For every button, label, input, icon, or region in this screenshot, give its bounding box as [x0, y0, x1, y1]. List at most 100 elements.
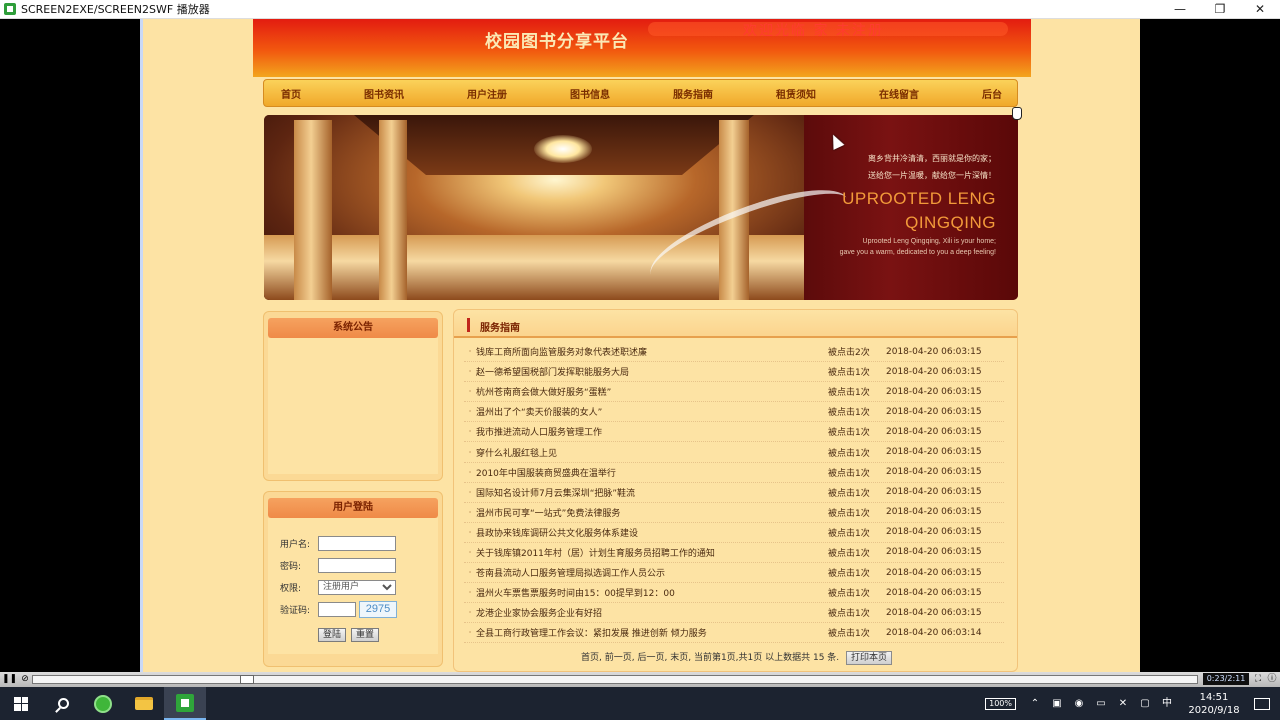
article-title[interactable]: 关于钱库镇2011年村（居）计划生育服务员招聘工作的通知 — [476, 546, 828, 559]
role-select[interactable]: 注册用户 — [318, 579, 396, 595]
stop-button[interactable]: ⊘ — [18, 673, 32, 686]
fullscreen-icon[interactable]: ⛶ — [1252, 673, 1264, 685]
list-item[interactable]: · 苍南县流动人口服务管理局拟选调工作人员公示 被点击1次 2018-04-20 06… — [464, 563, 1004, 584]
site-container: 校园图书分享平台 欢迎光临 家 未注册 首页 图书资讯 用户注册 图书信息 服务… — [253, 19, 1031, 672]
list-item[interactable]: · 杭州苍南商会做大做好服务“蛋糕” 被点击1次 2018-04-20 06:03:1… — [464, 382, 1004, 403]
taskbar-screen-player[interactable] — [164, 687, 206, 720]
nav-book-news[interactable]: 图书资讯 — [364, 86, 404, 101]
pager-prev[interactable]: 前一页 — [605, 653, 632, 663]
ime-icon[interactable]: 中 — [1160, 697, 1174, 711]
username-row: 用户名: — [280, 532, 438, 554]
info-icon[interactable]: ⓘ — [1266, 673, 1278, 685]
list-item[interactable]: · 县政协来钱库调研公共文化服务体系建设 被点击1次 2018-04-20 06:03… — [464, 523, 1004, 543]
taskbar-search[interactable] — [42, 687, 84, 720]
battery-icon[interactable]: ▭ — [1094, 697, 1108, 711]
close-button[interactable]: ✕ — [1240, 0, 1280, 19]
pager-next[interactable]: 后一页 — [637, 653, 664, 663]
seek-thumb[interactable] — [240, 675, 254, 684]
username-input[interactable] — [318, 535, 396, 551]
taskbar-file-explorer[interactable] — [123, 687, 165, 720]
list-item[interactable]: · 穿什么礼服红毯上见 被点击1次 2018-04-20 06:03:15 — [464, 442, 1004, 463]
article-date: 2018-04-20 06:03:15 — [886, 406, 982, 417]
article-title[interactable]: 我市推进流动人口服务管理工作 — [476, 425, 828, 438]
video-stage: 校园图书分享平台 欢迎光临 家 未注册 首页 图书资讯 用户注册 图书信息 服务… — [0, 19, 1280, 672]
taskbar-clock[interactable]: 14:51 2020/9/18 — [1182, 691, 1246, 717]
list-item[interactable]: · 全县工商行政管理工作会议：紧扣发展 推进创新 倾力服务 被点击1次 2018-04… — [464, 623, 1004, 644]
list-item[interactable]: · 国际知名设计师7月云集深圳“把脉”鞋流 被点击1次 2018-04-20 06:0… — [464, 483, 1004, 503]
pager-first[interactable]: 首页 — [581, 653, 599, 663]
window-title: SCREEN2EXE/SCREEN2SWF 播放器 — [21, 3, 210, 16]
nav-guestbook[interactable]: 在线留言 — [879, 86, 919, 101]
captcha-input[interactable] — [318, 601, 356, 617]
banner-pillar — [379, 120, 407, 300]
login-button[interactable]: 登陆 — [318, 628, 347, 642]
list-item[interactable]: · 温州火车票售票服务时间由15：00提早到12：00 被点击1次 2018-04-2… — [464, 583, 1004, 604]
volume-mute-icon[interactable]: ✕ — [1116, 697, 1130, 711]
player-controls: ❚❚ ⊘ 0:23/2:11 ⛶ ⓘ — [0, 672, 1280, 687]
bullet-icon: · — [468, 367, 472, 377]
battery-indicator[interactable]: 100% — [985, 697, 1016, 710]
pause-button[interactable]: ❚❚ — [2, 673, 17, 686]
captcha-image[interactable]: 2975 — [359, 600, 397, 618]
list-item[interactable]: · 温州出了个“卖天价服装的女人” 被点击1次 2018-04-20 06:03:15 — [464, 402, 1004, 423]
window-controls: — ❐ ✕ — [1160, 0, 1280, 19]
list-item[interactable]: · 我市推进流动人口服务管理工作 被点击1次 2018-04-20 06:03:15 — [464, 422, 1004, 443]
article-clicks: 被点击1次 — [828, 408, 870, 419]
article-title[interactable]: 2010年中国服装商贸盛典在温举行 — [476, 466, 828, 479]
player-right-buttons: ⛶ ⓘ — [1252, 673, 1278, 685]
app-tray-icon[interactable]: ▣ — [1050, 697, 1064, 711]
list-item[interactable]: · 2010年中国服装商贸盛典在温举行 被点击1次 2018-04-20 06:03:… — [464, 463, 1004, 483]
article-title[interactable]: 国际知名设计师7月云集深圳“把脉”鞋流 — [476, 486, 828, 499]
article-title[interactable]: 县政协来钱库调研公共文化服务体系建设 — [476, 526, 828, 539]
start-button[interactable] — [0, 687, 42, 720]
article-clicks: 被点击1次 — [828, 629, 870, 640]
wechat-icon[interactable]: ◉ — [1072, 697, 1086, 711]
nav-rental-notes[interactable]: 租赁须知 — [776, 86, 816, 101]
display-icon[interactable]: ▢ — [1138, 697, 1152, 711]
webpage: 校园图书分享平台 欢迎光临 家 未注册 首页 图书资讯 用户注册 图书信息 服务… — [140, 19, 1140, 672]
seek-bar[interactable] — [32, 675, 1198, 684]
article-title[interactable]: 穿什么礼服红毯上见 — [476, 446, 828, 459]
password-input[interactable] — [318, 557, 396, 573]
article-title[interactable]: 赵一德希望国税部门发挥职能服务大局 — [476, 365, 828, 378]
nav-home[interactable]: 首页 — [281, 86, 301, 101]
taskbar-browser[interactable] — [82, 687, 124, 720]
article-clicks: 被点击1次 — [828, 368, 870, 379]
nav-admin[interactable]: 后台 — [982, 86, 1002, 101]
nav-book-info[interactable]: 图书信息 — [570, 86, 610, 101]
pager-last[interactable]: 末页 — [670, 653, 688, 663]
bullet-icon: · — [468, 568, 472, 578]
notification-icon[interactable] — [1254, 697, 1270, 710]
article-title[interactable]: 龙港企业家协会服务企业有好招 — [476, 606, 828, 619]
article-title[interactable]: 杭州苍南商会做大做好服务“蛋糕” — [476, 385, 828, 398]
article-title[interactable]: 全县工商行政管理工作会议：紧扣发展 推进创新 倾力服务 — [476, 626, 828, 639]
article-title[interactable]: 苍南县流动人口服务管理局拟选调工作人员公示 — [476, 566, 828, 579]
banner-chandelier — [534, 135, 592, 163]
article-clicks: 被点击1次 — [828, 528, 870, 539]
article-title[interactable]: 温州火车票售票服务时间由15：00提早到12：00 — [476, 586, 828, 599]
windows-logo-icon — [14, 696, 28, 711]
nav-register[interactable]: 用户注册 — [467, 86, 507, 101]
restore-button[interactable]: ❐ — [1200, 0, 1240, 19]
list-item[interactable]: · 赵一德希望国税部门发挥职能服务大局 被点击1次 2018-04-20 06:03:… — [464, 362, 1004, 383]
list-item[interactable]: · 温州市民可享“一站式”免费法律服务 被点击1次 2018-04-20 06:03:… — [464, 503, 1004, 523]
chevron-up-icon[interactable]: ⌃ — [1028, 697, 1042, 711]
role-label: 权限: — [280, 583, 302, 594]
article-title[interactable]: 温州出了个“卖天价服装的女人” — [476, 405, 828, 418]
main-nav: 首页 图书资讯 用户注册 图书信息 服务指南 租赁须知 在线留言 后台 — [263, 79, 1018, 107]
print-page-button[interactable]: 打印本页 — [846, 651, 893, 665]
article-date: 2018-04-20 06:03:15 — [886, 547, 982, 558]
article-date: 2018-04-20 06:03:15 — [886, 426, 982, 437]
reset-button[interactable]: 重置 — [351, 628, 380, 642]
folder-icon — [135, 697, 153, 710]
list-item[interactable]: · 关于钱库镇2011年村（居）计划生育服务员招聘工作的通知 被点击1次 2018-0… — [464, 543, 1004, 564]
nav-service-guide[interactable]: 服务指南 — [673, 86, 713, 101]
minimize-button[interactable]: — — [1160, 0, 1200, 19]
article-title[interactable]: 钱库工商所面向监管服务对象代表述职述廉 — [476, 345, 828, 358]
notice-body — [268, 338, 438, 474]
list-item[interactable]: · 龙港企业家协会服务企业有好招 被点击1次 2018-04-20 06:03:15 — [464, 603, 1004, 624]
list-item[interactable]: · 钱库工商所面向监管服务对象代表述职述廉 被点击2次 2018-04-20 06:0… — [464, 342, 1004, 363]
article-title[interactable]: 温州市民可享“一站式”免费法律服务 — [476, 506, 828, 519]
panel-header-marker — [467, 318, 470, 332]
role-row: 权限: 注册用户 — [280, 576, 438, 598]
